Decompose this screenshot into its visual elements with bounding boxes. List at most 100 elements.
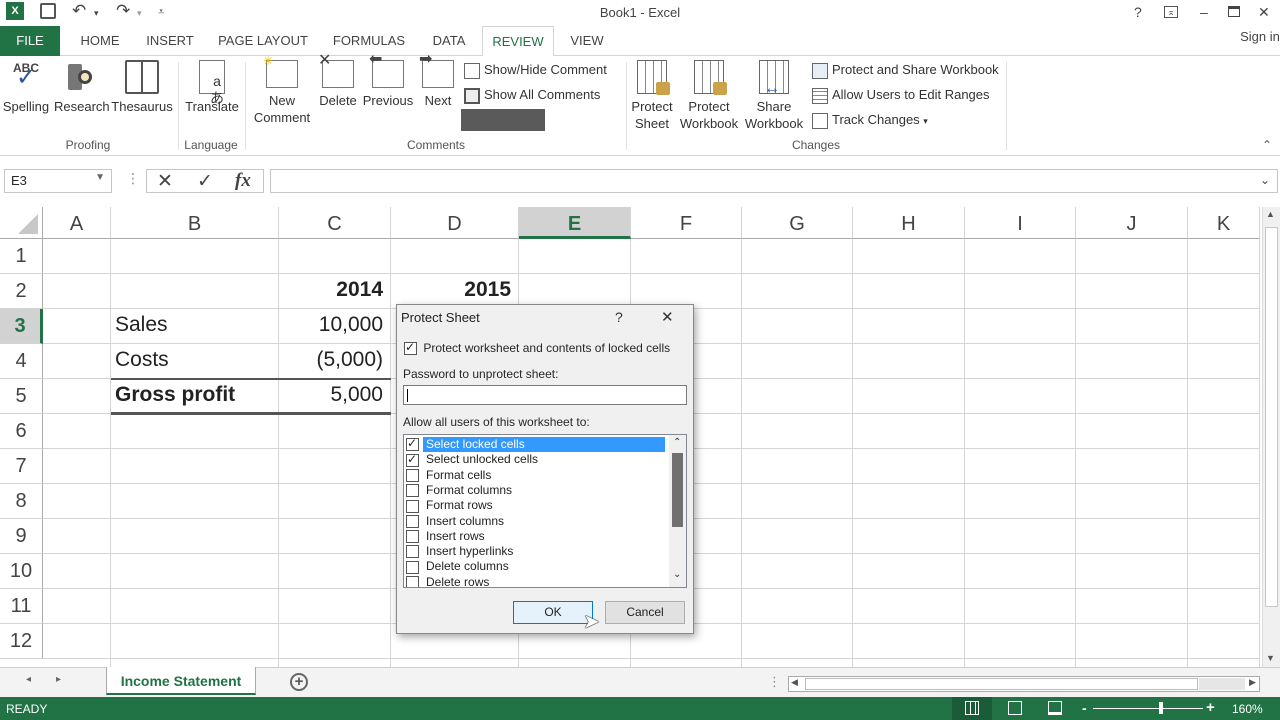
delete-comment-button[interactable]: ✕ Delete xyxy=(316,52,360,109)
cell-b5[interactable]: Gross profit xyxy=(115,383,235,407)
sheet-next-icon[interactable]: ▸ xyxy=(56,674,61,685)
normal-view-button[interactable] xyxy=(952,697,992,720)
permission-option[interactable]: Insert rows xyxy=(406,529,488,544)
permission-option[interactable]: Format cells xyxy=(406,468,494,483)
enter-entry-icon[interactable]: ✓ xyxy=(197,170,213,193)
column-header-f[interactable]: F xyxy=(631,207,742,239)
page-break-preview-icon[interactable] xyxy=(1048,701,1062,715)
translate-button[interactable]: aあ Translate xyxy=(182,60,242,115)
scroll-down-icon[interactable]: ▼ xyxy=(1266,653,1275,663)
zoom-slider-thumb[interactable] xyxy=(1159,702,1163,714)
page-layout-view-icon[interactable] xyxy=(1008,701,1022,715)
permission-option[interactable]: Format rows xyxy=(406,498,496,513)
cancel-button[interactable]: Cancel xyxy=(605,601,685,624)
formula-bar-grip-icon[interactable]: ⋮ xyxy=(126,170,140,187)
tab-view[interactable]: VIEW xyxy=(562,26,612,56)
permission-option[interactable]: Insert hyperlinks xyxy=(406,544,516,559)
collapse-ribbon-icon[interactable]: ⌃ xyxy=(1262,138,1272,152)
cell-b4[interactable]: Costs xyxy=(115,348,169,372)
cell-c2[interactable]: 2014 xyxy=(279,278,383,302)
column-header-c[interactable]: C xyxy=(279,207,391,239)
permission-checkbox[interactable] xyxy=(406,545,419,559)
permission-option[interactable]: Insert columns xyxy=(406,514,507,529)
permission-option[interactable]: Delete rows xyxy=(406,575,492,587)
row-header-4[interactable]: 4 xyxy=(0,344,43,379)
column-header-i[interactable]: I xyxy=(965,207,1076,239)
insert-function-icon[interactable]: fx xyxy=(235,170,251,192)
row-header-9[interactable]: 9 xyxy=(0,519,43,554)
maximize-icon[interactable] xyxy=(1228,6,1240,17)
tab-home[interactable]: HOME xyxy=(72,26,128,56)
cell-c3[interactable]: 10,000 xyxy=(279,313,383,337)
sign-in-link[interactable]: Sign in xyxy=(1238,22,1280,52)
row-header-1[interactable]: 1 xyxy=(0,239,43,274)
formula-input[interactable] xyxy=(270,169,1278,193)
scroll-left-icon[interactable]: ◀ xyxy=(791,677,798,688)
permission-checkbox[interactable] xyxy=(406,436,419,452)
column-header-d[interactable]: D xyxy=(391,207,519,239)
zoom-out-button[interactable]: - xyxy=(1082,700,1087,716)
previous-comment-button[interactable]: ⬅ Previous xyxy=(362,51,414,109)
tab-split-grip-icon[interactable]: ⋮ xyxy=(768,674,781,690)
thesaurus-button[interactable]: Thesaurus xyxy=(110,60,174,115)
column-header-a[interactable]: A xyxy=(43,207,111,239)
zoom-level[interactable]: 160% xyxy=(1232,702,1263,716)
column-header-e[interactable]: E xyxy=(519,207,631,239)
row-header-3[interactable]: 3 xyxy=(0,309,43,344)
new-comment-button[interactable]: ✳ New Comment xyxy=(250,54,314,126)
dialog-help-button[interactable]: ? xyxy=(615,309,623,325)
horizontal-scrollbar[interactable]: ◀ ▶ xyxy=(788,676,1260,692)
permission-option[interactable]: Select locked cells xyxy=(406,436,665,452)
row-header-2[interactable]: 2 xyxy=(0,274,43,309)
protect-sheet-button[interactable]: Protect Sheet xyxy=(628,60,676,132)
sheet-tab-income-statement[interactable]: Income Statement xyxy=(106,667,256,695)
column-header-j[interactable]: J xyxy=(1076,207,1188,239)
column-header-k[interactable]: K xyxy=(1188,207,1260,239)
permission-checkbox[interactable] xyxy=(406,560,419,574)
protect-and-share-workbook-button[interactable]: Protect and Share Workbook xyxy=(812,59,999,81)
show-hide-comment-button[interactable]: Show/Hide Comment xyxy=(464,59,607,81)
permission-checkbox[interactable] xyxy=(406,514,419,528)
row-header-11[interactable]: 11 xyxy=(0,589,43,624)
share-workbook-button[interactable]: ↔ Share Workbook xyxy=(742,60,806,132)
permission-option[interactable]: Format columns xyxy=(406,483,515,498)
permission-checkbox[interactable] xyxy=(406,468,419,482)
password-input[interactable] xyxy=(403,385,687,405)
permission-checkbox[interactable] xyxy=(406,499,419,513)
permission-option[interactable]: Select unlocked cells xyxy=(406,452,541,467)
permission-option[interactable]: Delete columns xyxy=(406,559,512,574)
spelling-button[interactable]: ABC ✓ Spelling xyxy=(2,60,50,115)
next-comment-button[interactable]: ➡ Next xyxy=(418,51,458,109)
row-header-5[interactable]: 5 xyxy=(0,379,43,414)
permissions-list[interactable]: Select locked cellsSelect unlocked cells… xyxy=(403,434,687,588)
track-changes-dropdown-icon[interactable]: ▾ xyxy=(923,116,928,126)
new-sheet-icon[interactable]: + xyxy=(290,673,308,691)
column-header-b[interactable]: B xyxy=(111,207,279,239)
protect-workbook-button[interactable]: Protect Workbook xyxy=(678,60,740,132)
row-header-7[interactable]: 7 xyxy=(0,449,43,484)
cell-c5[interactable]: 5,000 xyxy=(279,383,383,407)
column-header-g[interactable]: G xyxy=(742,207,853,239)
permissions-list-scrollbar[interactable]: ⌃ ⌄ xyxy=(669,435,686,587)
tab-review[interactable]: REVIEW xyxy=(482,26,554,57)
cancel-entry-icon[interactable]: ✕ xyxy=(157,170,173,193)
zoom-slider-track[interactable] xyxy=(1093,708,1203,709)
list-scroll-up-icon[interactable]: ⌃ xyxy=(673,437,681,448)
close-icon[interactable]: ✕ xyxy=(1258,4,1270,21)
help-icon[interactable]: ? xyxy=(1134,4,1142,20)
column-header-h[interactable]: H xyxy=(853,207,965,239)
ribbon-display-options-icon[interactable]: ⌅ xyxy=(1164,6,1178,18)
permission-checkbox[interactable] xyxy=(406,484,419,498)
scroll-up-icon[interactable]: ▲ xyxy=(1266,209,1275,219)
allow-users-edit-ranges-button[interactable]: Allow Users to Edit Ranges xyxy=(812,84,990,106)
list-scroll-thumb[interactable] xyxy=(672,453,683,527)
vertical-scroll-thumb[interactable] xyxy=(1265,227,1278,607)
show-all-comments-button[interactable]: Show All Comments xyxy=(464,84,600,106)
protect-worksheet-checkbox[interactable] xyxy=(404,340,417,356)
horizontal-scroll-thumb[interactable] xyxy=(805,678,1198,690)
row-header-6[interactable]: 6 xyxy=(0,414,43,449)
cell-b3[interactable]: Sales xyxy=(115,313,168,337)
row-header-12[interactable]: 12 xyxy=(0,624,43,659)
list-scroll-down-icon[interactable]: ⌄ xyxy=(673,569,681,580)
minimize-icon[interactable]: – xyxy=(1200,4,1208,20)
